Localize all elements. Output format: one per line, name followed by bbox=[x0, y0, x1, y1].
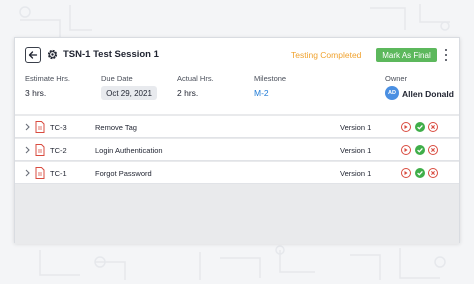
chevron-right-icon[interactable] bbox=[24, 123, 31, 131]
file-icon bbox=[35, 167, 45, 179]
test-case-version: Version 1 bbox=[340, 169, 372, 178]
pass-button[interactable] bbox=[415, 168, 425, 178]
milestone-link[interactable]: M-2 bbox=[254, 88, 269, 98]
due-date-value[interactable]: Oct 29, 2021 bbox=[101, 86, 157, 100]
fail-button[interactable] bbox=[428, 168, 438, 178]
chevron-right-icon[interactable] bbox=[24, 169, 31, 177]
mark-as-final-button[interactable]: Mark As Final bbox=[376, 48, 437, 62]
back-button[interactable] bbox=[25, 47, 41, 63]
estimate-value: 3 hrs. bbox=[25, 88, 47, 98]
test-case-version: Version 1 bbox=[340, 123, 372, 132]
fail-button[interactable] bbox=[428, 122, 438, 132]
test-case-id: TC-3 bbox=[50, 123, 67, 132]
pass-button[interactable] bbox=[415, 145, 425, 155]
close-icon bbox=[431, 125, 435, 129]
owner-name: Allen Donald bbox=[402, 89, 454, 99]
close-icon bbox=[431, 148, 435, 152]
play-icon bbox=[404, 171, 408, 175]
test-case-name: Remove Tag bbox=[95, 123, 137, 132]
list-item[interactable]: TC-1 Forgot Password Version 1 bbox=[15, 162, 459, 184]
list-item[interactable]: TC-2 Login Authentication Version 1 bbox=[15, 139, 459, 161]
play-icon bbox=[404, 125, 408, 129]
test-case-name: Forgot Password bbox=[95, 169, 152, 178]
gear-icon bbox=[47, 49, 58, 60]
chevron-right-icon[interactable] bbox=[24, 146, 31, 154]
session-header: TSN-1 Test Session 1 Testing Completed M… bbox=[15, 38, 459, 71]
status-label: Testing Completed bbox=[291, 50, 362, 60]
actual-label: Actual Hrs. bbox=[177, 74, 214, 83]
file-icon bbox=[35, 144, 45, 156]
kebab-menu-icon[interactable] bbox=[443, 49, 449, 61]
back-arrow-icon bbox=[28, 51, 38, 59]
run-button[interactable] bbox=[401, 145, 411, 155]
check-icon bbox=[417, 147, 423, 153]
close-icon bbox=[431, 171, 435, 175]
file-icon bbox=[35, 121, 45, 133]
test-case-id: TC-2 bbox=[50, 146, 67, 155]
check-icon bbox=[417, 170, 423, 176]
list-item[interactable]: TC-3 Remove Tag Version 1 bbox=[15, 116, 459, 138]
due-date-label: Due Date bbox=[101, 74, 133, 83]
pass-button[interactable] bbox=[415, 122, 425, 132]
test-case-list: TC-3 Remove Tag Version 1 TC-2 Login Aut… bbox=[15, 114, 459, 244]
avatar: AD bbox=[385, 86, 399, 100]
play-icon bbox=[404, 148, 408, 152]
actual-value: 2 hrs. bbox=[177, 88, 199, 98]
check-icon bbox=[417, 124, 423, 130]
estimate-label: Estimate Hrs. bbox=[25, 74, 71, 83]
page-title: TSN-1 Test Session 1 bbox=[63, 49, 159, 60]
test-case-name: Login Authentication bbox=[95, 146, 163, 155]
run-button[interactable] bbox=[401, 168, 411, 178]
fail-button[interactable] bbox=[428, 145, 438, 155]
run-button[interactable] bbox=[401, 122, 411, 132]
test-session-panel: TSN-1 Test Session 1 Testing Completed M… bbox=[14, 37, 460, 244]
test-case-id: TC-1 bbox=[50, 169, 67, 178]
test-case-version: Version 1 bbox=[340, 146, 372, 155]
owner-label: Owner bbox=[385, 74, 408, 83]
milestone-label: Milestone bbox=[254, 74, 287, 83]
